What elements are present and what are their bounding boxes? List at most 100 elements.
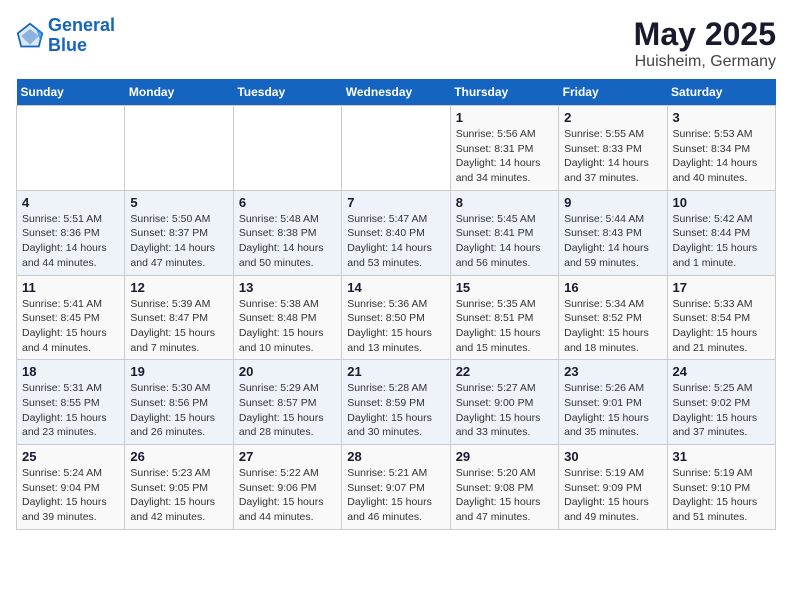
day-info: Sunrise: 5:41 AM Sunset: 8:45 PM Dayligh… (22, 297, 119, 356)
day-info: Sunrise: 5:51 AM Sunset: 8:36 PM Dayligh… (22, 212, 119, 271)
day-info: Sunrise: 5:31 AM Sunset: 8:55 PM Dayligh… (22, 381, 119, 440)
calendar-cell: 5Sunrise: 5:50 AM Sunset: 8:37 PM Daylig… (125, 190, 233, 275)
day-info: Sunrise: 5:30 AM Sunset: 8:56 PM Dayligh… (130, 381, 227, 440)
day-number: 8 (456, 195, 553, 210)
day-number: 2 (564, 110, 661, 125)
day-info: Sunrise: 5:19 AM Sunset: 9:10 PM Dayligh… (673, 466, 770, 525)
calendar-cell: 9Sunrise: 5:44 AM Sunset: 8:43 PM Daylig… (559, 190, 667, 275)
calendar-cell: 13 Sunrise: 5:38 AM Sunset: 8:48 PM Dayli… (233, 275, 341, 360)
calendar-cell: 22 Sunrise: 5:27 AM Sunset: 9:00 PM Dayli… (450, 360, 558, 445)
day-number: 17 (673, 280, 770, 295)
calendar-cell: 26Sunrise: 5:23 AM Sunset: 9:05 PM Dayli… (125, 445, 233, 530)
day-number: 10 (673, 195, 770, 210)
day-number: 28 (347, 449, 444, 464)
day-number: 13 (239, 280, 336, 295)
calendar-cell: 25 Sunrise: 5:24 AM Sunset: 9:04 PM Dayli… (17, 445, 125, 530)
calendar-cell: 7Sunrise: 5:47 AM Sunset: 8:40 PM Daylig… (342, 190, 450, 275)
logo-text: GeneralBlue (48, 16, 115, 56)
calendar-cell: 4 Sunrise: 5:51 AM Sunset: 8:36 PM Daylig… (17, 190, 125, 275)
day-info: Sunrise: 5:42 AM Sunset: 8:44 PM Dayligh… (673, 212, 770, 271)
day-number: 23 (564, 364, 661, 379)
calendar-cell: 21 Sunrise: 5:28 AM Sunset: 8:59 PM Dayli… (342, 360, 450, 445)
day-info: Sunrise: 5:27 AM Sunset: 9:00 PM Dayligh… (456, 381, 553, 440)
calendar-cell: 3Sunrise: 5:53 AM Sunset: 8:34 PM Daylig… (667, 106, 775, 191)
calendar-cell: 18 Sunrise: 5:31 AM Sunset: 8:55 PM Dayli… (17, 360, 125, 445)
calendar-week-0: 1Sunrise: 5:56 AM Sunset: 8:31 PM Daylig… (17, 106, 776, 191)
day-info: Sunrise: 5:29 AM Sunset: 8:57 PM Dayligh… (239, 381, 336, 440)
calendar-week-3: 18 Sunrise: 5:31 AM Sunset: 8:55 PM Dayli… (17, 360, 776, 445)
day-number: 16 (564, 280, 661, 295)
weekday-header-friday: Friday (559, 79, 667, 106)
day-info: Sunrise: 5:44 AM Sunset: 8:43 PM Dayligh… (564, 212, 661, 271)
calendar-cell: 17Sunrise: 5:33 AM Sunset: 8:54 PM Dayli… (667, 275, 775, 360)
calendar-cell: 28 Sunrise: 5:21 AM Sunset: 9:07 PM Dayli… (342, 445, 450, 530)
day-info: Sunrise: 5:56 AM Sunset: 8:31 PM Dayligh… (456, 127, 553, 186)
calendar-week-4: 25 Sunrise: 5:24 AM Sunset: 9:04 PM Dayli… (17, 445, 776, 530)
calendar-cell: 10 Sunrise: 5:42 AM Sunset: 8:44 PM Dayli… (667, 190, 775, 275)
day-number: 24 (673, 364, 770, 379)
day-info: Sunrise: 5:28 AM Sunset: 8:59 PM Dayligh… (347, 381, 444, 440)
day-info: Sunrise: 5:39 AM Sunset: 8:47 PM Dayligh… (130, 297, 227, 356)
day-number: 22 (456, 364, 553, 379)
day-info: Sunrise: 5:19 AM Sunset: 9:09 PM Dayligh… (564, 466, 661, 525)
calendar-cell: 20 Sunrise: 5:29 AM Sunset: 8:57 PM Dayli… (233, 360, 341, 445)
calendar-cell (125, 106, 233, 191)
page-header: GeneralBlue May 2025 Huisheim, Germany (16, 16, 776, 71)
calendar-cell: 2Sunrise: 5:55 AM Sunset: 8:33 PM Daylig… (559, 106, 667, 191)
calendar-cell: 12 Sunrise: 5:39 AM Sunset: 8:47 PM Dayli… (125, 275, 233, 360)
day-info: Sunrise: 5:35 AM Sunset: 8:51 PM Dayligh… (456, 297, 553, 356)
weekday-header-monday: Monday (125, 79, 233, 106)
weekday-header-thursday: Thursday (450, 79, 558, 106)
day-info: Sunrise: 5:21 AM Sunset: 9:07 PM Dayligh… (347, 466, 444, 525)
calendar-cell: 15Sunrise: 5:35 AM Sunset: 8:51 PM Dayli… (450, 275, 558, 360)
day-number: 19 (130, 364, 227, 379)
day-info: Sunrise: 5:45 AM Sunset: 8:41 PM Dayligh… (456, 212, 553, 271)
day-number: 31 (673, 449, 770, 464)
day-info: Sunrise: 5:22 AM Sunset: 9:06 PM Dayligh… (239, 466, 336, 525)
title-block: May 2025 Huisheim, Germany (634, 16, 776, 71)
day-info: Sunrise: 5:25 AM Sunset: 9:02 PM Dayligh… (673, 381, 770, 440)
logo: GeneralBlue (16, 16, 115, 56)
weekday-header-saturday: Saturday (667, 79, 775, 106)
day-number: 12 (130, 280, 227, 295)
day-info: Sunrise: 5:48 AM Sunset: 8:38 PM Dayligh… (239, 212, 336, 271)
calendar-cell: 27 Sunrise: 5:22 AM Sunset: 9:06 PM Dayli… (233, 445, 341, 530)
day-info: Sunrise: 5:26 AM Sunset: 9:01 PM Dayligh… (564, 381, 661, 440)
calendar-cell: 24 Sunrise: 5:25 AM Sunset: 9:02 PM Dayli… (667, 360, 775, 445)
day-number: 25 (22, 449, 119, 464)
day-number: 7 (347, 195, 444, 210)
calendar-cell: 8 Sunrise: 5:45 AM Sunset: 8:41 PM Daylig… (450, 190, 558, 275)
day-number: 4 (22, 195, 119, 210)
calendar-cell (342, 106, 450, 191)
day-info: Sunrise: 5:34 AM Sunset: 8:52 PM Dayligh… (564, 297, 661, 356)
day-number: 3 (673, 110, 770, 125)
month-title: May 2025 (634, 16, 776, 53)
day-number: 27 (239, 449, 336, 464)
location-title: Huisheim, Germany (634, 53, 776, 71)
weekday-header-wednesday: Wednesday (342, 79, 450, 106)
day-number: 26 (130, 449, 227, 464)
calendar-cell: 6 Sunrise: 5:48 AM Sunset: 8:38 PM Daylig… (233, 190, 341, 275)
calendar-body: 1Sunrise: 5:56 AM Sunset: 8:31 PM Daylig… (17, 106, 776, 530)
day-number: 6 (239, 195, 336, 210)
day-number: 21 (347, 364, 444, 379)
calendar-cell (233, 106, 341, 191)
calendar-cell (17, 106, 125, 191)
day-number: 29 (456, 449, 553, 464)
calendar-cell: 16 Sunrise: 5:34 AM Sunset: 8:52 PM Dayli… (559, 275, 667, 360)
day-info: Sunrise: 5:38 AM Sunset: 8:48 PM Dayligh… (239, 297, 336, 356)
day-info: Sunrise: 5:20 AM Sunset: 9:08 PM Dayligh… (456, 466, 553, 525)
day-number: 14 (347, 280, 444, 295)
calendar-cell: 14Sunrise: 5:36 AM Sunset: 8:50 PM Dayli… (342, 275, 450, 360)
calendar-cell: 30 Sunrise: 5:19 AM Sunset: 9:09 PM Dayli… (559, 445, 667, 530)
calendar-table: SundayMondayTuesdayWednesdayThursdayFrid… (16, 79, 776, 530)
day-info: Sunrise: 5:24 AM Sunset: 9:04 PM Dayligh… (22, 466, 119, 525)
calendar-cell: 23 Sunrise: 5:26 AM Sunset: 9:01 PM Dayli… (559, 360, 667, 445)
day-number: 20 (239, 364, 336, 379)
calendar-cell: 19 Sunrise: 5:30 AM Sunset: 8:56 PM Dayli… (125, 360, 233, 445)
logo-icon (16, 22, 44, 50)
day-number: 18 (22, 364, 119, 379)
day-info: Sunrise: 5:50 AM Sunset: 8:37 PM Dayligh… (130, 212, 227, 271)
day-number: 30 (564, 449, 661, 464)
calendar-week-1: 4 Sunrise: 5:51 AM Sunset: 8:36 PM Daylig… (17, 190, 776, 275)
